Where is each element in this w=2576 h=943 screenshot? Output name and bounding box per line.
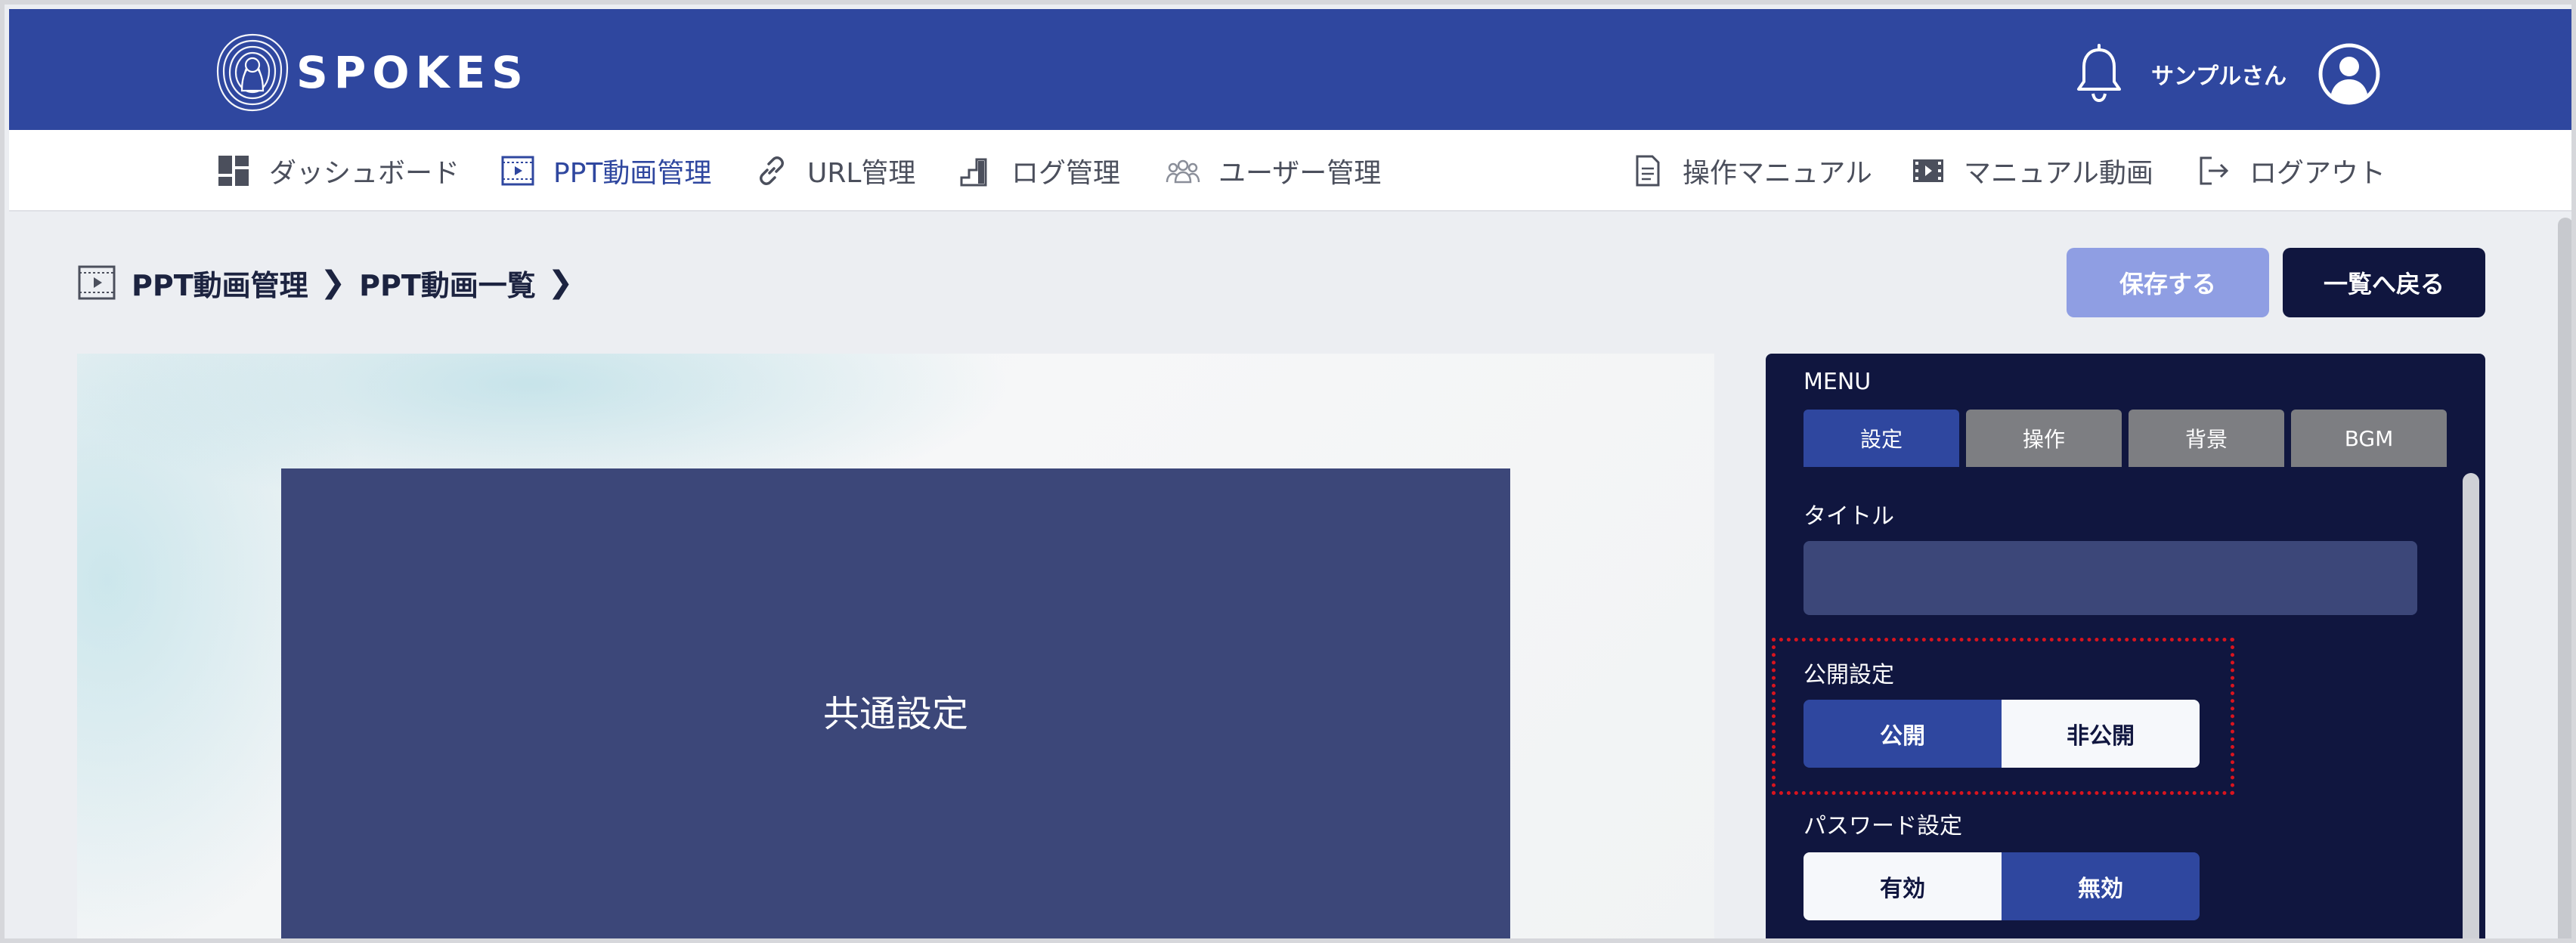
nav-url[interactable]: URL管理	[754, 150, 915, 192]
password-disabled-button[interactable]: 無効	[2002, 852, 2200, 920]
breadcrumb: PPT動画管理 ❯ PPT動画一覧 ❯	[77, 260, 587, 305]
notification-bell-icon[interactable]	[2073, 44, 2126, 104]
app-window: SPOKES サンプルさん ダッシュボード PPT動画管理 URL管理 ログ管理…	[0, 0, 2576, 943]
nav-manual-video[interactable]: マニュアル動画	[1911, 150, 2153, 192]
user-name[interactable]: サンプルさん	[2151, 57, 2287, 91]
breadcrumb-item[interactable]: PPT動画管理	[132, 262, 308, 304]
title-input[interactable]	[1804, 541, 2417, 615]
tab-bgm[interactable]: BGM	[2291, 410, 2447, 467]
video-frame-icon	[78, 265, 116, 300]
link-icon	[760, 156, 784, 185]
nav-ppt-video[interactable]: PPT動画管理	[500, 150, 711, 192]
tab-underline	[1766, 467, 2485, 472]
title-field-label: タイトル	[1804, 503, 1894, 530]
document-icon	[1636, 155, 1660, 187]
video-frame-icon	[501, 156, 534, 186]
user-avatar-icon[interactable]	[2317, 42, 2381, 106]
slide-preview: 共通設定	[77, 354, 1714, 938]
nav-label: 操作マニュアル	[1683, 158, 1872, 189]
back-to-list-button[interactable]: 一覧へ戻る	[2283, 248, 2485, 317]
menu-label: MENU	[1804, 369, 1872, 395]
nav-label: ログ管理	[1011, 158, 1121, 189]
logo-mark-icon	[216, 33, 289, 112]
save-button[interactable]: 保存する	[2067, 248, 2269, 317]
panel-scrollbar[interactable]	[2463, 473, 2479, 938]
users-icon	[1166, 159, 1200, 184]
publish-setting-label: 公開設定	[1804, 662, 1894, 688]
password-enabled-button[interactable]: 有効	[1804, 852, 2002, 920]
tab-settings[interactable]: 設定	[1804, 410, 1959, 467]
tab-background[interactable]: 背景	[2129, 410, 2284, 467]
nav-label: PPT動画管理	[553, 158, 712, 189]
password-setting-label: パスワード設定	[1804, 813, 1962, 839]
film-icon	[1913, 159, 1943, 182]
nav-log[interactable]: ログ管理	[958, 150, 1120, 192]
nav-label: マニュアル動画	[1964, 158, 2153, 189]
nav-label: ユーザー管理	[1218, 158, 1382, 189]
nav-label: ダッシュボード	[269, 158, 460, 189]
nav-label: ログアウト	[2249, 158, 2386, 189]
nav-users[interactable]: ユーザー管理	[1166, 150, 1381, 192]
chevron-right-icon: ❯	[547, 265, 574, 300]
slide-title: 共通設定	[822, 693, 968, 735]
tab-operations[interactable]: 操作	[1966, 410, 2122, 467]
spokes-logo[interactable]: SPOKES	[213, 29, 529, 116]
main-nav: ダッシュボード PPT動画管理 URL管理 ログ管理 ユーザー管理 操作マニュア…	[9, 130, 2571, 212]
publish-off-button[interactable]: 非公開	[2002, 700, 2200, 768]
log-chart-icon	[960, 158, 987, 187]
logo-text: SPOKES	[296, 47, 529, 98]
top-header: SPOKES サンプルさん	[9, 9, 2571, 130]
publish-on-button[interactable]: 公開	[1804, 700, 2002, 768]
slide-canvas[interactable]: 共通設定	[281, 468, 1510, 938]
menu-panel: MENU 設定 操作 背景 BGM タイトル 公開設定 公開 非公開 パスワード…	[1766, 354, 2485, 938]
dashboard-icon	[218, 156, 249, 186]
breadcrumb-item[interactable]: PPT動画一覧	[359, 262, 536, 304]
logout-icon	[2200, 156, 2229, 185]
nav-label: URL管理	[807, 158, 916, 189]
page-scrollbar[interactable]	[2558, 218, 2571, 938]
nav-manual[interactable]: 操作マニュアル	[1630, 150, 1872, 192]
chevron-right-icon: ❯	[320, 265, 346, 300]
nav-logout[interactable]: ログアウト	[2197, 150, 2386, 192]
nav-dashboard[interactable]: ダッシュボード	[216, 150, 460, 192]
